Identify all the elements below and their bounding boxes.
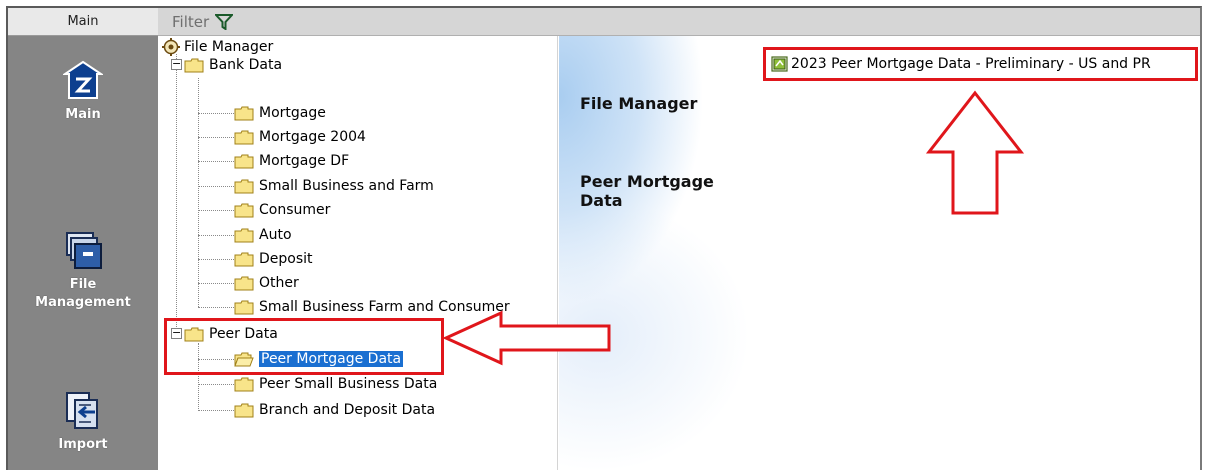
folder-icon bbox=[234, 300, 254, 315]
tree-item-auto[interactable]: Auto bbox=[234, 224, 292, 246]
folder-icon bbox=[234, 154, 254, 169]
annotation-arrow-left bbox=[442, 310, 611, 366]
file-manager-icon bbox=[162, 38, 180, 56]
tree-group-bank-data[interactable]: Bank Data bbox=[184, 54, 282, 76]
filter-label: Filter bbox=[172, 12, 210, 31]
tree-item-branch-and-deposit-data[interactable]: Branch and Deposit Data bbox=[234, 399, 435, 421]
file-tree[interactable]: File Manager − Bank Data Mortgage Mortga… bbox=[158, 36, 558, 470]
folder-icon bbox=[234, 106, 254, 121]
app-window: Main Main File Management Import Filter … bbox=[6, 6, 1202, 470]
nav-button-label: Import bbox=[58, 437, 108, 452]
panel-title: File Manager bbox=[580, 94, 698, 113]
folder-icon bbox=[234, 130, 254, 145]
file-cabinet-icon bbox=[66, 232, 102, 269]
home-icon bbox=[63, 60, 103, 99]
collapse-toggle-bank-data[interactable]: − bbox=[171, 58, 182, 70]
tree-label: Small Business and Farm bbox=[259, 178, 434, 194]
nav-header: Main bbox=[8, 8, 158, 36]
tree-label: Deposit bbox=[259, 251, 313, 267]
content-panel: File Manager Peer Mortgage Data 2023 Pee… bbox=[559, 36, 1200, 470]
tree-label: Other bbox=[259, 275, 299, 291]
tree-label: Mortgage bbox=[259, 105, 326, 121]
nav-button-label: File Management bbox=[35, 277, 131, 310]
tree-item-other[interactable]: Other bbox=[234, 272, 299, 294]
tree-item-mortgage-df[interactable]: Mortgage DF bbox=[234, 150, 349, 172]
folder-icon bbox=[234, 377, 254, 392]
tree-label: Auto bbox=[259, 227, 292, 243]
tree-item-deposit[interactable]: Deposit bbox=[234, 248, 313, 270]
tree-label: Peer Small Business Data bbox=[259, 376, 438, 392]
tree-item-small-business-and-farm[interactable]: Small Business and Farm bbox=[234, 175, 434, 197]
folder-icon bbox=[234, 403, 254, 418]
nav-sidebar: Main Main File Management Import bbox=[8, 8, 158, 470]
highlight-box-peer-data bbox=[164, 318, 444, 375]
nav-button-label: Main bbox=[65, 107, 101, 122]
annotation-arrow-up bbox=[925, 90, 1025, 215]
filter-icon[interactable] bbox=[215, 13, 234, 30]
folder-icon bbox=[234, 276, 254, 291]
nav-button-import[interactable]: Import bbox=[8, 390, 158, 454]
panel-subtitle: Peer Mortgage Data bbox=[580, 172, 714, 210]
tree-label: File Manager bbox=[184, 39, 274, 55]
tree-label: Mortgage 2004 bbox=[259, 129, 366, 145]
nav-button-file-management[interactable]: File Management bbox=[8, 230, 158, 312]
tree-item-mortgage[interactable]: Mortgage bbox=[234, 102, 326, 124]
tree-label: Branch and Deposit Data bbox=[259, 402, 436, 418]
highlight-box-report-link bbox=[763, 47, 1198, 81]
tree-item-mortgage-2004[interactable]: Mortgage 2004 bbox=[234, 126, 366, 148]
import-icon bbox=[66, 392, 98, 429]
folder-icon bbox=[234, 203, 254, 218]
nav-button-main[interactable]: Main bbox=[8, 60, 158, 124]
folder-icon bbox=[234, 252, 254, 267]
tree-connector bbox=[176, 54, 177, 337]
tree-label: Mortgage DF bbox=[259, 153, 350, 169]
folder-icon bbox=[234, 228, 254, 243]
tree-label: Consumer bbox=[259, 202, 331, 218]
folder-icon bbox=[234, 179, 254, 194]
folder-icon bbox=[184, 58, 204, 73]
tree-item-peer-small-business-data[interactable]: Peer Small Business Data bbox=[234, 373, 437, 395]
tree-label: Bank Data bbox=[209, 57, 283, 73]
tree-item-consumer[interactable]: Consumer bbox=[234, 199, 330, 221]
filter-bar[interactable]: Filter bbox=[158, 8, 1200, 36]
